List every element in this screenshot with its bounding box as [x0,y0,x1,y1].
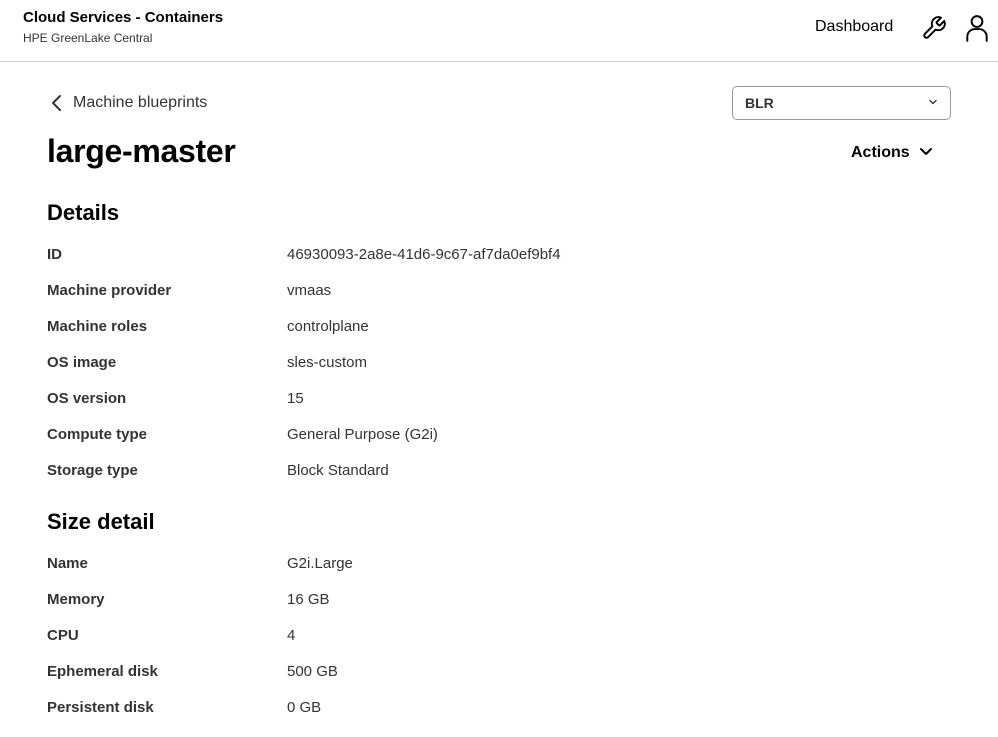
app-title: Cloud Services - Containers [23,9,224,26]
detail-label: Machine provider [47,281,172,299]
size-row: CPU 4 [47,623,947,647]
actions-label: Actions [851,144,910,161]
size-label: Persistent disk [47,698,154,716]
page-title: large-master [47,133,236,169]
size-row: Name G2i.Large [47,551,947,575]
actions-menu-button[interactable]: Actions [851,141,934,165]
app-subtitle: HPE GreenLake Central [23,31,153,45]
user-icon[interactable] [963,14,991,42]
detail-row: OS version 15 [47,386,947,410]
back-to-machine-blueprints[interactable]: Machine blueprints [47,91,207,115]
size-label: Memory [47,590,105,608]
detail-label: Machine roles [47,317,148,335]
app-header: Cloud Services - Containers HPE GreenLak… [0,0,998,62]
location-select-value: BLR [745,95,774,111]
detail-label: OS version [47,389,127,407]
wrench-icon[interactable] [920,14,948,42]
detail-row: Compute type General Purpose (G2i) [47,422,947,446]
nav-dashboard-link[interactable]: Dashboard [815,18,893,36]
size-value: 500 GB [287,662,338,680]
detail-row: Storage type Block Standard [47,458,947,482]
size-row: Persistent disk 0 GB [47,695,947,719]
detail-row: OS image sles-custom [47,350,947,374]
back-link-label: Machine blueprints [73,94,208,111]
size-detail-section-title: Size detail [47,509,155,534]
size-label: Name [47,554,88,572]
detail-row: Machine roles controlplane [47,314,947,338]
size-row: Memory 16 GB [47,587,947,611]
detail-label: OS image [47,353,117,371]
size-value: 0 GB [287,698,322,716]
detail-label: Compute type [47,425,148,443]
size-label: CPU [47,626,79,644]
detail-value: 15 [287,389,304,407]
size-label: Ephemeral disk [47,662,158,680]
detail-value: controlplane [287,317,369,335]
detail-value: General Purpose (G2i) [287,425,438,443]
detail-value: 46930093-2a8e-41d6-9c67-af7da0ef9bf4 [287,245,561,263]
size-row: Ephemeral disk 500 GB [47,659,947,683]
detail-value: Block Standard [287,461,389,479]
chevron-down-icon [918,143,934,164]
detail-row: Machine provider vmaas [47,278,947,302]
chevron-left-icon [47,93,67,113]
detail-value: vmaas [287,281,332,299]
detail-label: ID [47,245,62,263]
size-value: G2i.Large [287,554,353,572]
size-value: 16 GB [287,590,330,608]
detail-value: sles-custom [287,353,368,371]
location-select[interactable]: BLR [732,86,951,120]
detail-label: Storage type [47,461,138,479]
details-section-title: Details [47,200,120,225]
detail-row: ID 46930093-2a8e-41d6-9c67-af7da0ef9bf4 [47,242,947,266]
chevron-down-icon [928,94,938,112]
size-value: 4 [287,626,296,644]
